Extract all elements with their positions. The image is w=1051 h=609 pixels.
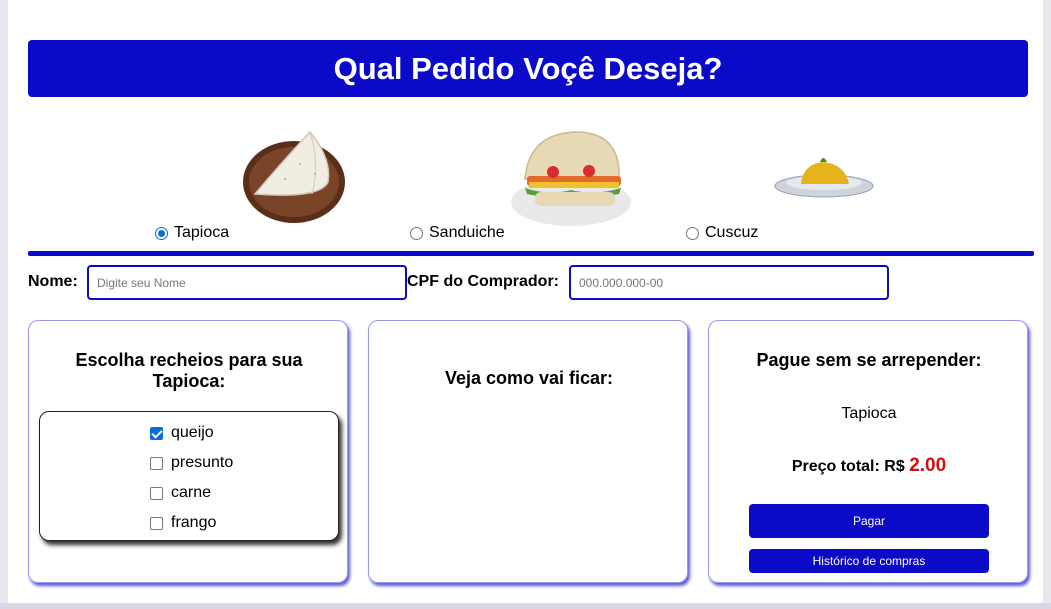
carne-label: carne bbox=[171, 484, 212, 501]
queijo-checkbox[interactable] bbox=[150, 426, 163, 440]
cuscuz-radio[interactable] bbox=[686, 226, 699, 240]
tapioca-radio[interactable] bbox=[155, 226, 168, 240]
filling-item-frango[interactable]: frango bbox=[150, 514, 216, 532]
window-frame-bottom bbox=[0, 603, 1051, 609]
name-label: Nome: bbox=[28, 273, 78, 290]
name-placeholder: Digite seu Nome bbox=[97, 275, 186, 290]
option-sanduiche[interactable]: Sanduiche bbox=[410, 224, 505, 242]
total-label: Preço total: R$ bbox=[791, 458, 905, 475]
option-cuscuz[interactable]: Cuscuz bbox=[686, 224, 758, 242]
pay-button[interactable]: Pagar bbox=[749, 504, 989, 538]
cpf-label: CPF do Comprador: bbox=[407, 273, 559, 290]
order-item: Tapioca bbox=[841, 405, 897, 422]
preview-card: Veja como vai ficar: bbox=[368, 320, 688, 583]
payment-card: Pague sem se arrepender: Tapioca Preço t… bbox=[708, 320, 1028, 583]
frango-checkbox[interactable] bbox=[150, 516, 163, 530]
page-title: Qual Pedido Voçê Deseja? bbox=[333, 50, 723, 86]
fillings-title: Escolha recheios para sua Tapioca: bbox=[75, 350, 303, 391]
fillings-card: Escolha recheios para sua Tapioca: queij… bbox=[28, 320, 348, 583]
window-frame-left bbox=[0, 0, 8, 609]
cpf-placeholder: 000.000.000-00 bbox=[579, 275, 664, 290]
cpf-input[interactable]: 000.000.000-00 bbox=[569, 265, 889, 300]
frango-label: frango bbox=[171, 514, 217, 531]
name-input[interactable]: Digite seu Nome bbox=[87, 265, 407, 300]
sanduiche-label: Sanduiche bbox=[429, 224, 505, 241]
tapioca-label: Tapioca bbox=[174, 224, 230, 241]
presunto-label: presunto bbox=[171, 454, 234, 471]
purchase-history-button[interactable]: Histórico de compras bbox=[749, 549, 989, 573]
total-price: Preço total: R$ 2.00 bbox=[709, 455, 1029, 477]
window-frame-right bbox=[1043, 0, 1051, 609]
sanduiche-radio[interactable] bbox=[410, 226, 423, 240]
carne-checkbox[interactable] bbox=[150, 486, 163, 500]
filling-item-queijo[interactable]: queijo bbox=[150, 424, 214, 442]
presunto-checkbox[interactable] bbox=[150, 456, 163, 470]
cuscuz-image bbox=[774, 158, 874, 198]
header-banner: Qual Pedido Voçê Deseja? bbox=[28, 40, 1028, 97]
sandwich-image bbox=[511, 131, 631, 226]
fillings-list: queijo presunto carne frango bbox=[39, 411, 339, 541]
cuscuz-label: Cuscuz bbox=[705, 224, 759, 241]
filling-item-presunto[interactable]: presunto bbox=[150, 454, 233, 472]
option-tapioca[interactable]: Tapioca bbox=[155, 224, 229, 242]
preview-title: Veja como vai ficar: bbox=[444, 368, 614, 388]
section-divider bbox=[28, 251, 1034, 256]
tapioca-image bbox=[243, 130, 345, 223]
payment-title: Pague sem se arrepender: bbox=[756, 350, 982, 370]
queijo-label: queijo bbox=[171, 424, 214, 441]
total-value: 2.00 bbox=[909, 455, 947, 476]
filling-item-carne[interactable]: carne bbox=[150, 484, 211, 502]
